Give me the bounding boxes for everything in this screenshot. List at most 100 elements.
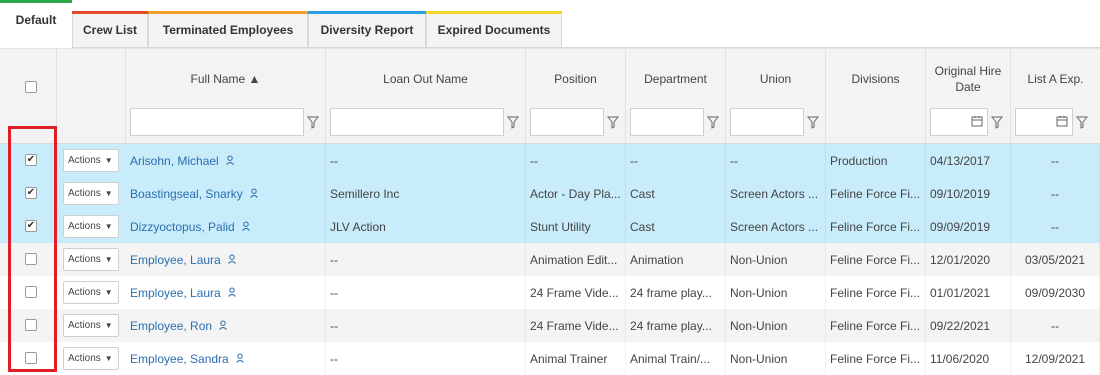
column-label-divisions[interactable]: Divisions [826,61,925,97]
header-divisions[interactable]: Divisions [826,49,926,145]
cell-list-a: 12/09/2021 [1011,342,1100,375]
column-label-list-a[interactable]: List A Exp. [1011,61,1100,97]
person-icon[interactable] [225,154,235,168]
person-icon[interactable] [249,187,259,201]
full-name-filter-input[interactable] [130,108,304,136]
header-original-hire-date[interactable]: Original Hire Date [926,49,1011,145]
cell-name[interactable]: Boastingseal, Snarky [126,177,326,210]
row-select-checkbox[interactable]: ✔ [25,220,37,232]
person-icon[interactable] [227,286,237,300]
calendar-icon[interactable] [971,115,983,130]
table-row[interactable]: Actions ▼ Employee, Sandra -- Animal Trainer… [0,342,1100,375]
caret-down-icon: ▼ [104,222,113,231]
row-select-checkbox[interactable] [25,352,37,364]
tab-diversity-report[interactable]: Diversity Report [308,11,426,47]
header-list-a-exp[interactable]: List A Exp. [1011,49,1100,145]
column-label-hire-date[interactable]: Original Hire Date [926,61,1010,97]
actions-label: Actions [68,188,101,199]
row-actions-dropdown[interactable]: Actions ▼ [63,149,119,172]
employee-name-link[interactable]: Employee, Laura [130,253,221,267]
tab-expired-documents[interactable]: Expired Documents [426,11,562,47]
cell-name[interactable]: Employee, Sandra [126,342,326,375]
table-row[interactable]: ✔ Actions ▼ Boastingseal, Snarky Semillero I… [0,177,1100,210]
person-icon[interactable] [227,253,237,267]
row-actions-dropdown[interactable]: Actions ▼ [63,182,119,205]
caret-down-icon: ▼ [104,288,113,297]
grid-header: Full Name ▲ Loan Out Name Position Depar… [0,48,1100,145]
header-position[interactable]: Position [526,49,626,145]
hire-date-filter-input[interactable] [930,108,988,136]
row-select-checkbox[interactable] [25,253,37,265]
filter-icon[interactable] [1073,108,1091,136]
union-filter [730,108,822,136]
header-select-cell [0,49,57,145]
person-icon[interactable] [218,319,228,333]
row-actions-dropdown[interactable]: Actions ▼ [63,215,119,238]
cell-loan-out: -- [326,276,526,309]
employee-name-link[interactable]: Arisohn, Michael [130,154,219,168]
table-row[interactable]: Actions ▼ Employee, Laura -- Animation Edit.… [0,243,1100,276]
table-row[interactable]: ✔ Actions ▼ Arisohn, Michael -- -- -- -- Product… [0,144,1100,177]
calendar-icon[interactable] [1056,115,1068,130]
cell-union: Non-Union [726,309,826,342]
column-label-union[interactable]: Union [726,61,825,97]
column-label-full-name[interactable]: Full Name ▲ [126,61,325,97]
header-loan-out-name[interactable]: Loan Out Name [326,49,526,145]
cell-hire: 01/01/2021 [926,276,1011,309]
loan-out-filter-input[interactable] [330,108,504,136]
select-all-checkbox[interactable] [25,81,37,93]
row-actions-dropdown[interactable]: Actions ▼ [63,347,119,370]
filter-icon[interactable] [704,108,722,136]
employee-name-link[interactable]: Employee, Laura [130,286,221,300]
position-filter-input[interactable] [530,108,604,136]
person-icon[interactable] [235,352,245,366]
cell-position: -- [526,144,626,177]
person-icon[interactable] [241,220,251,234]
cell-name[interactable]: Employee, Laura [126,243,326,276]
cell-name[interactable]: Dizzyoctopus, Palid [126,210,326,243]
row-actions-dropdown[interactable]: Actions ▼ [63,314,119,337]
cell-name[interactable]: Employee, Ron [126,309,326,342]
table-row[interactable]: Actions ▼ Employee, Ron -- 24 Frame Vide... 2… [0,309,1100,342]
cell-divisions: Feline Force Fi... [826,210,926,243]
column-label-position[interactable]: Position [526,61,625,97]
tab-terminated-employees[interactable]: Terminated Employees [148,11,308,47]
cell-hire: 04/13/2017 [926,144,1011,177]
cell-name[interactable]: Arisohn, Michael [126,144,326,177]
header-full-name[interactable]: Full Name ▲ [126,49,326,145]
column-label-loan-out[interactable]: Loan Out Name [326,61,525,97]
employee-name-link[interactable]: Boastingseal, Snarky [130,187,243,201]
cell-department: Animation [626,243,726,276]
cell-name[interactable]: Employee, Laura [126,276,326,309]
employee-name-link[interactable]: Employee, Sandra [130,352,229,366]
row-actions-dropdown[interactable]: Actions ▼ [63,248,119,271]
caret-down-icon: ▼ [104,321,113,330]
cell-loan-out: -- [326,342,526,375]
row-select-checkbox[interactable] [25,286,37,298]
filter-icon[interactable] [304,108,322,136]
column-label-department[interactable]: Department [626,61,725,97]
employee-name-link[interactable]: Employee, Ron [130,319,212,333]
header-department[interactable]: Department [626,49,726,145]
row-select-checkbox[interactable]: ✔ [25,154,37,166]
tab-crew-list[interactable]: Crew List [72,11,148,47]
cell-union: Non-Union [726,276,826,309]
filter-icon[interactable] [504,108,522,136]
filter-icon[interactable] [804,108,822,136]
row-select-checkbox[interactable] [25,319,37,331]
employee-name-link[interactable]: Dizzyoctopus, Palid [130,220,235,234]
cell-position: Animal Trainer [526,342,626,375]
header-union[interactable]: Union [726,49,826,145]
tab-default[interactable]: Default [0,0,72,48]
table-row[interactable]: Actions ▼ Employee, Laura -- 24 Frame Vide..… [0,276,1100,309]
row-select-checkbox[interactable]: ✔ [25,187,37,199]
caret-down-icon: ▼ [104,354,113,363]
row-actions-dropdown[interactable]: Actions ▼ [63,281,119,304]
actions-label: Actions [68,155,101,166]
department-filter-input[interactable] [630,108,704,136]
union-filter-input[interactable] [730,108,804,136]
list-a-filter-input[interactable] [1015,108,1073,136]
table-row[interactable]: ✔ Actions ▼ Dizzyoctopus, Palid JLV Action St… [0,210,1100,243]
filter-icon[interactable] [604,108,622,136]
filter-icon[interactable] [988,108,1006,136]
